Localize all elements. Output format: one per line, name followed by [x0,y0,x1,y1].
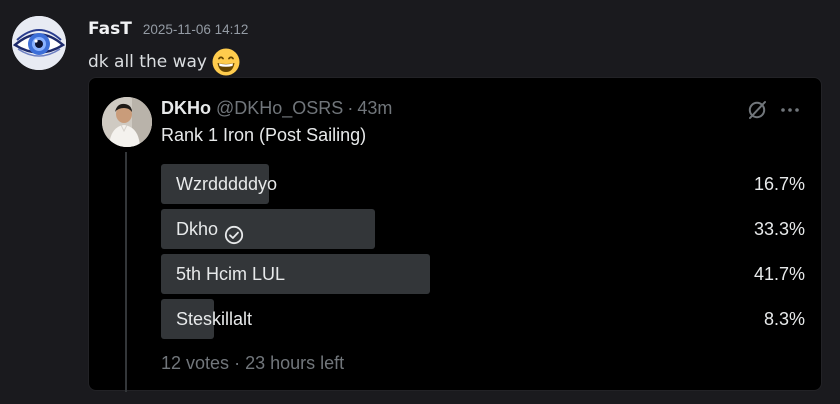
message-header: FasT 2025-11-06 14:12 [88,19,248,41]
message-text: dk all the way [88,52,207,72]
poll-option[interactable]: Steskillalt 8.3% [161,299,805,339]
grinning-face-emoji [211,47,241,77]
poll-option-percent: 33.3% [753,219,805,239]
poll: Wzrdddddyo 16.7% Dkho 33.3% 5th Hcim LUL… [161,164,805,344]
footer-separator: · [234,353,241,373]
grok-icon[interactable] [746,99,768,121]
poll-option-label: Wzrdddddyo [176,174,278,194]
poll-footer: 12 votes · 23 hours left [161,353,344,374]
message-timestamp: 2025-11-06 14:12 [142,22,249,37]
tweet-header: DKHo @DKHo_OSRS · 43m [161,98,392,119]
poll-option-percent: 41.7% [753,264,805,284]
tweet-handle[interactable]: @DKHo_OSRS [216,98,343,119]
poll-option-label-container: Dkho [176,209,244,249]
poll-option-label: 5th Hcim LUL [176,264,286,284]
poll-option[interactable]: 5th Hcim LUL 41.7% [161,254,805,294]
poll-option-label: Steskillalt [176,309,253,329]
username[interactable]: FasT [88,19,132,39]
user-avatar[interactable] [12,16,66,70]
poll-vote-count: 12 votes [161,353,230,373]
thread-line [125,152,127,392]
tweet-display-name[interactable]: DKHo [161,98,211,119]
tweet-text: Rank 1 Iron (Post Sailing) [161,125,367,145]
poll-option-percent: 8.3% [763,309,805,329]
poll-option[interactable]: Wzrdddddyo 16.7% [161,164,805,204]
tweet-time[interactable]: 43m [357,98,392,119]
poll-time-left: 23 hours left [245,353,345,373]
poll-option-label: Dkho [176,219,219,239]
tweet-embed[interactable]: DKHo @DKHo_OSRS · 43m Rank 1 Iron (Post … [88,77,822,392]
check-circle-icon [224,219,244,245]
message-content: dk all the way [88,47,241,77]
header-separator: · [347,98,354,118]
chat-message: FasT 2025-11-06 14:12 dk all the way DKH… [0,0,840,404]
poll-option-percent: 16.7% [753,174,805,194]
more-options-icon[interactable] [779,99,801,121]
tweet-author-avatar[interactable] [102,97,152,147]
poll-option[interactable]: Dkho 33.3% [161,209,805,249]
